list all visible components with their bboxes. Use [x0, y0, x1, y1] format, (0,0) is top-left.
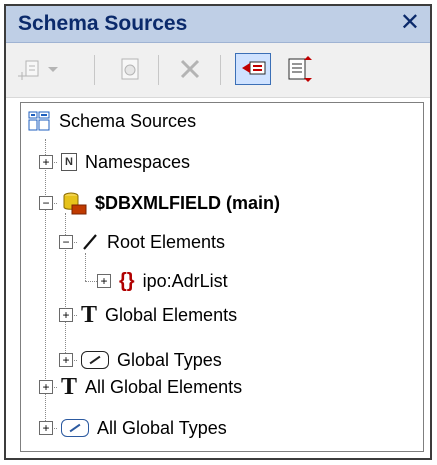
global-elements-icon: T	[81, 302, 98, 328]
tree-item-global-types[interactable]: + Global Types	[59, 346, 222, 374]
delete-icon[interactable]	[176, 56, 204, 82]
panel-title: Schema Sources	[18, 12, 188, 35]
root-elements-icon	[81, 232, 99, 252]
expand-icon[interactable]: +	[59, 353, 73, 367]
global-types-icon	[81, 351, 109, 369]
tree-item-label: Global Elements	[105, 304, 238, 325]
tree-item-schema-sources[interactable]: Schema Sources	[27, 107, 196, 135]
tree-item-label: Root Elements	[107, 231, 226, 252]
schema-sources-icon	[27, 109, 51, 133]
namespace-icon: N	[61, 153, 77, 171]
toolbar-separator	[220, 55, 221, 85]
collapse-icon[interactable]: −	[59, 235, 73, 249]
toolbar-separator	[94, 55, 95, 85]
tree-item-all-global-types[interactable]: + All Global Types	[39, 414, 227, 442]
expand-icon[interactable]: +	[59, 308, 73, 322]
all-global-elements-icon: T	[61, 374, 78, 400]
expand-icon[interactable]: +	[39, 380, 53, 394]
add-icon[interactable]	[16, 56, 44, 82]
dropdown-icon[interactable]	[46, 56, 60, 82]
schema-sources-panel: Schema Sources ✕ Schema Sources + N Name…	[4, 4, 432, 460]
expand-icon[interactable]: +	[97, 274, 111, 288]
tree-item-label: Schema Sources	[59, 110, 197, 131]
element-braces-icon: {}	[119, 270, 135, 292]
properties-icon[interactable]	[116, 56, 144, 82]
tree-item-namespaces[interactable]: + N Namespaces	[39, 148, 190, 176]
tree-connector-line	[85, 281, 97, 283]
tree-item-adrlist[interactable]: + {} ipo:AdrList	[97, 267, 228, 295]
toolbar-separator	[158, 55, 159, 85]
toolbar	[6, 43, 430, 98]
schema-tree: Schema Sources + N Namespaces − $DBXMLFI…	[20, 102, 424, 452]
tree-item-label: ipo:AdrList	[142, 270, 228, 291]
tree-connector-line	[85, 253, 87, 281]
tree-item-label: All Global Elements	[85, 376, 243, 397]
collapse-icon[interactable]: −	[39, 196, 53, 210]
xml-database-icon	[61, 191, 87, 215]
expand-icon[interactable]: +	[39, 421, 53, 435]
tree-item-root-elements[interactable]: − Root Elements	[59, 228, 225, 256]
tree-item-label: Global Types	[117, 349, 222, 370]
reload-icon[interactable]	[282, 56, 314, 82]
tree-item-label: $DBXMLFIELD (main)	[95, 192, 281, 213]
panel-titlebar: Schema Sources ✕	[6, 6, 430, 43]
all-global-types-icon	[61, 419, 89, 437]
expand-icon[interactable]: +	[39, 155, 53, 169]
sync-tree-icon[interactable]	[240, 56, 268, 82]
tree-item-label: All Global Types	[97, 417, 227, 438]
tree-item-all-global-elements[interactable]: + T All Global Elements	[39, 373, 242, 401]
tree-item-dbxmlfield[interactable]: − $DBXMLFIELD (main)	[39, 189, 280, 217]
tree-item-label: Namespaces	[85, 151, 191, 172]
close-icon[interactable]: ✕	[400, 9, 420, 37]
tree-item-global-elements[interactable]: + T Global Elements	[59, 301, 237, 329]
